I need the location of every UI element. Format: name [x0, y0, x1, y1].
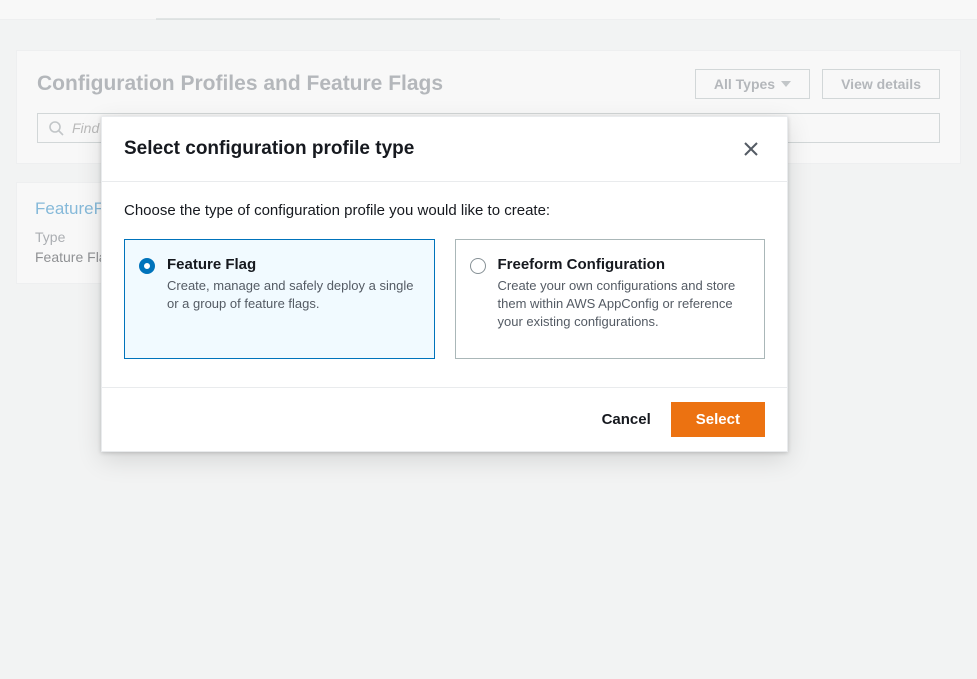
option-feature-flag[interactable]: Feature Flag Create, manage and safely d… [124, 239, 435, 359]
tabs-bar [0, 0, 977, 20]
modal-instruction: Choose the type of configuration profile… [124, 202, 765, 219]
radio-icon [139, 258, 155, 274]
option-freeform-configuration[interactable]: Freeform Configuration Create your own c… [455, 239, 766, 359]
option-title: Feature Flag [167, 256, 418, 273]
select-button[interactable]: Select [671, 402, 765, 437]
type-filter-label: All Types [714, 76, 775, 92]
cancel-button[interactable]: Cancel [596, 403, 657, 436]
type-filter-dropdown[interactable]: All Types [695, 69, 810, 99]
modal-close-button[interactable] [737, 135, 765, 163]
page-title: Configuration Profiles and Feature Flags [37, 72, 443, 96]
view-details-button[interactable]: View details [822, 69, 940, 99]
select-profile-type-modal: Select configuration profile type Choose… [101, 116, 788, 452]
option-description: Create, manage and safely deploy a singl… [167, 277, 418, 313]
option-description: Create your own configurations and store… [498, 277, 749, 332]
search-icon [48, 120, 64, 136]
caret-down-icon [781, 81, 791, 87]
option-title: Freeform Configuration [498, 256, 749, 273]
modal-title: Select configuration profile type [124, 138, 414, 160]
radio-icon [470, 258, 486, 274]
close-icon [743, 141, 759, 157]
